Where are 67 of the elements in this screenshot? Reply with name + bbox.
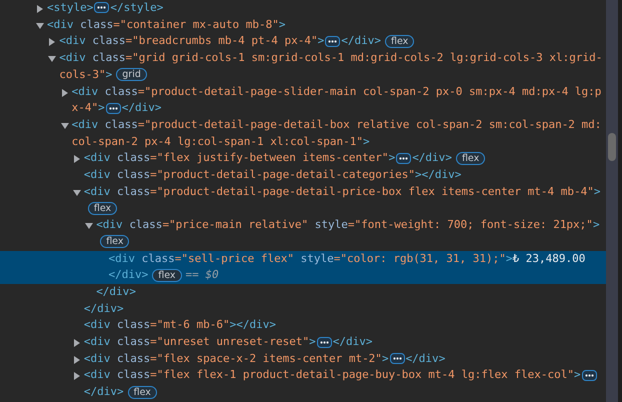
closing-tag-text: </div> — [84, 302, 124, 315]
ellipsis-icon — [584, 374, 594, 377]
html-tag-text: <div class="product-detail-page-detail-categories"> — [84, 168, 422, 182]
html-tag-text: <div class="price-main relative" style="font-weight: 700; font-size: 21px;"> — [96, 218, 600, 232]
html-tag-text: <div class="unreset unreset-reset"> — [84, 335, 316, 348]
caret-down-icon[interactable] — [85, 222, 94, 230]
layout-badge[interactable]: flex — [152, 268, 182, 282]
html-tag-text: <div class="product-detail-page-detail-price-box flex items-center mt-4 mb-4"> — [84, 184, 600, 198]
caret-right-icon[interactable] — [72, 155, 81, 164]
closing-tag-text: </div> — [122, 101, 162, 114]
layout-badge[interactable]: grid — [116, 68, 147, 82]
closing-tag-text: </div> — [84, 385, 124, 398]
ellipsis-icon — [320, 340, 329, 344]
html-tag-text: <div class="flex justify-between items-center"> — [84, 151, 396, 164]
ellipsis-button[interactable] — [94, 2, 110, 14]
html-tag-text: <div class="product-detail-page-slider-main col-span-2 px-0 sm:px-4 md:px-4 lg:p — [72, 84, 602, 98]
ellipsis-button[interactable] — [390, 353, 405, 364]
scrollbar-thumb[interactable] — [608, 133, 616, 161]
closing-tag-text: </div> — [406, 352, 446, 365]
caret-right-icon[interactable] — [48, 38, 56, 46]
scrollbar[interactable] — [606, 0, 618, 402]
html-tag-text: col-span-2 px-4 lg:col-span-1 xl:col-span-1"> — [72, 134, 370, 148]
ellipsis-button[interactable] — [582, 370, 597, 381]
ellipsis-icon — [399, 156, 408, 160]
caret-down-icon[interactable] — [48, 55, 56, 64]
caret-down-icon[interactable] — [60, 122, 69, 130]
caret-right-icon[interactable] — [36, 5, 44, 13]
html-tag-text: <div class="container mx-auto mb-8"> — [47, 18, 286, 31]
html-tag-text: cols-3"> — [59, 68, 112, 81]
element-text: ₺ 23,489.00 — [512, 252, 586, 265]
layout-badge[interactable]: flex — [100, 235, 130, 248]
caret-right-icon[interactable] — [72, 339, 81, 348]
ellipsis-button[interactable] — [106, 102, 121, 114]
layout-badge[interactable]: flex — [456, 152, 486, 165]
caret-right-icon[interactable] — [72, 356, 81, 364]
ellipsis-icon — [97, 6, 106, 10]
layout-badge[interactable]: flex — [128, 386, 157, 399]
ellipsis-button[interactable] — [316, 336, 332, 348]
caret-right-icon[interactable] — [60, 88, 69, 97]
html-tag-text: <div class="product-detail-page-detail-box relative col-span-2 sm:col-span-2 md: — [72, 118, 602, 131]
closing-tag-text: </div> — [236, 318, 276, 332]
console-reference: == $0 — [186, 268, 219, 282]
closing-tag-text: </div> — [108, 268, 148, 282]
closing-tag-text: </style> — [110, 1, 164, 14]
closing-tag-text: </div> — [332, 335, 372, 348]
closing-tag-text: </div> — [341, 34, 381, 48]
caret-down-icon[interactable] — [72, 188, 81, 197]
closing-tag-text: </div> — [422, 168, 462, 182]
html-tag-text: <div class="flex flex-1 product-detail-page-buy-box mt-4 lg:flex flex-col"> — [84, 368, 581, 382]
closing-tag-text: </div> — [96, 284, 136, 298]
html-tag-text: <div class="breadcrumbs mb-4 pt-4 px-4"> — [59, 34, 324, 48]
html-tag-text: <div class="mt-6 mb-6"> — [84, 318, 236, 332]
html-tag-text: x-4"> — [72, 101, 105, 114]
html-tag-text: <div class="grid grid-cols-1 sm:grid-cols-1 md:grid-cols-2 lg:grid-cols-3 xl:grid- — [59, 51, 602, 64]
html-tag-text: <div class="sell-price flex" style="color: rgb(31, 31, 31);"> — [108, 252, 513, 265]
layout-badge[interactable]: flex — [88, 202, 118, 215]
ellipsis-button[interactable] — [325, 36, 340, 47]
ellipsis-icon — [328, 40, 338, 43]
caret-down-icon[interactable] — [36, 22, 44, 30]
html-tag-text: <div class="flex space-x-2 items-center mt-2"> — [84, 352, 389, 365]
ellipsis-icon — [392, 357, 402, 360]
closing-tag-text: </div> — [412, 151, 452, 164]
layout-badge[interactable]: flex — [384, 34, 414, 48]
ellipsis-button[interactable] — [396, 152, 412, 164]
html-tag-text: <style> — [47, 1, 94, 14]
ellipsis-icon — [108, 106, 118, 110]
caret-right-icon[interactable] — [72, 372, 81, 380]
